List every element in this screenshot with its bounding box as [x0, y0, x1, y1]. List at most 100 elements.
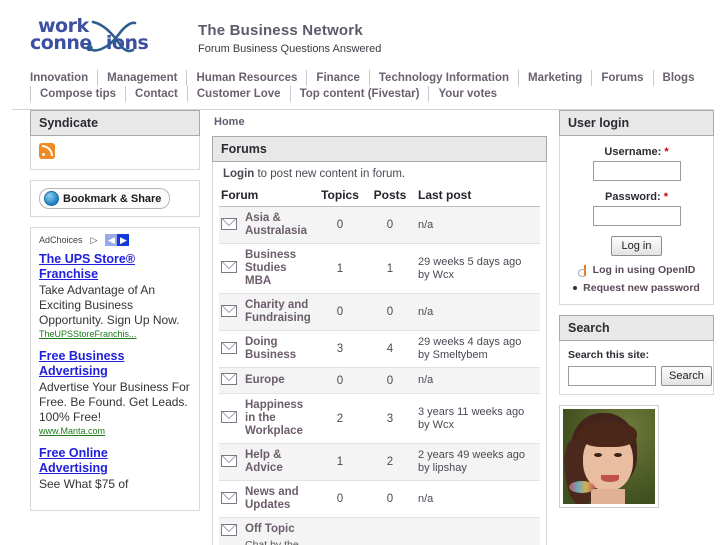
- table-row[interactable]: Doing Business 3 4 29 weeks 4 days ago b…: [219, 330, 540, 368]
- nav-item-marketing[interactable]: Marketing: [518, 70, 591, 86]
- table-header-row: Forum Topics Posts Last post: [219, 186, 540, 207]
- forum-link[interactable]: Business Studies MBA: [245, 249, 296, 287]
- primary-navigation: Innovation Management Human Resources Fi…: [0, 70, 727, 102]
- main-content: Home Forums Login to post new content in…: [212, 110, 547, 545]
- ad-title-line1[interactable]: Free Online: [39, 446, 191, 461]
- adchoices-row: AdChoices ▷ ◀ ▶: [39, 234, 191, 246]
- nav-item-technology-information[interactable]: Technology Information: [368, 70, 518, 86]
- sidebar-photo-frame: [559, 405, 659, 508]
- forum-link[interactable]: Happiness in the Workplace: [245, 399, 303, 437]
- row-topics: 2: [316, 393, 366, 444]
- nav-item-blogs[interactable]: Blogs: [652, 70, 704, 86]
- bookmark-share-button[interactable]: Bookmark & Share: [39, 188, 171, 209]
- forum-link[interactable]: News and Updates: [245, 486, 299, 511]
- site-logo[interactable]: work conneXions: [30, 17, 158, 56]
- last-post-time: n/a: [418, 218, 434, 231]
- search-label: Search this site:: [568, 349, 650, 361]
- ad-url[interactable]: www.Manta.com: [39, 426, 191, 436]
- forum-link[interactable]: Asia & Australasia: [245, 212, 307, 237]
- ad-title-line1[interactable]: The UPS Store®: [39, 252, 191, 267]
- table-row[interactable]: Charity and Fundraising 0 0 n/a: [219, 293, 540, 331]
- row-last-post: 3 years 11 weeks ago by Wcx: [416, 393, 540, 444]
- nav-item-top-content-fivestar[interactable]: Top content (Fivestar): [289, 86, 429, 102]
- page-columns: Syndicate Bookmark & Share AdChoices ▷ ◀…: [0, 110, 727, 545]
- forum-link[interactable]: Charity and Fundraising: [245, 299, 311, 324]
- forum-link[interactable]: Europe: [245, 374, 285, 386]
- forum-link[interactable]: Doing Business: [245, 336, 296, 361]
- block-search: Search Search this site: Search: [559, 315, 714, 395]
- nav-item-human-resources[interactable]: Human Resources: [186, 70, 306, 86]
- row-last-post: 3 years 11 weeks ago by Wcx: [416, 517, 540, 545]
- forums-panel-body: Login to post new content in forum. Foru…: [212, 162, 547, 545]
- login-notice-link[interactable]: Login: [223, 168, 254, 180]
- photo-neck: [591, 489, 625, 504]
- column-header-forum[interactable]: Forum: [219, 186, 316, 207]
- forums-table-head: Forum Topics Posts Last post: [219, 186, 540, 207]
- column-header-topics[interactable]: Topics: [316, 186, 366, 207]
- block-forums: Forums Login to post new content in foru…: [212, 136, 547, 545]
- username-input[interactable]: [592, 161, 681, 181]
- photo-eye-left: [594, 453, 602, 457]
- last-post-time: n/a: [418, 305, 434, 318]
- nav-item-your-votes[interactable]: Your votes: [428, 86, 506, 102]
- row-icon-cell: [219, 293, 243, 331]
- ad-title-line2[interactable]: Advertising: [39, 364, 191, 379]
- table-row[interactable]: Happiness in the Workplace 2 3 3 years 1…: [219, 393, 540, 444]
- site-title-group: The Business Network Forum Business Ques…: [198, 18, 381, 55]
- log-in-button[interactable]: Log in: [610, 236, 663, 256]
- row-posts: 0: [366, 206, 416, 244]
- breadcrumb[interactable]: Home: [212, 110, 547, 136]
- password-field-group: Password: *: [568, 191, 705, 226]
- row-posts: 4: [366, 330, 416, 368]
- table-row[interactable]: News and Updates 0 0 n/a: [219, 480, 540, 518]
- ad-body: Take Advantage of An Exciting Business O…: [39, 283, 180, 327]
- ad-block: AdChoices ▷ ◀ ▶ The UPS Store® Franchise…: [30, 227, 200, 511]
- row-last-post: 2 years 49 weeks ago by lipshay: [416, 443, 540, 481]
- logo-swoosh-icon: [86, 20, 137, 53]
- last-post-author: by lipshay: [418, 462, 467, 474]
- nav-item-customer-love[interactable]: Customer Love: [186, 86, 290, 102]
- row-icon-cell: [219, 243, 243, 294]
- forums-panel-title: Forums: [212, 136, 547, 162]
- forum-link[interactable]: Off Topic: [245, 523, 295, 535]
- ad-unit: The UPS Store® Franchise Take Advantage …: [39, 252, 191, 339]
- nav-item-finance[interactable]: Finance: [306, 70, 368, 86]
- ad-title-line2[interactable]: Franchise: [39, 267, 191, 282]
- nav-item-contact[interactable]: Contact: [125, 86, 187, 102]
- table-row[interactable]: Business Studies MBA 1 1 29 weeks 5 days…: [219, 243, 540, 294]
- request-new-password-link[interactable]: Request new password: [583, 282, 700, 294]
- table-row[interactable]: Help & Advice 1 2 2 years 49 weeks ago b…: [219, 443, 540, 481]
- username-required-mark: *: [664, 146, 669, 158]
- row-last-post: 29 weeks 4 days ago by Smeltybem: [416, 330, 540, 368]
- column-header-posts[interactable]: Posts: [366, 186, 416, 207]
- nav-item-forums[interactable]: Forums: [591, 70, 652, 86]
- rss-icon[interactable]: [39, 143, 55, 159]
- ad-prev-arrow-icon[interactable]: ◀: [105, 234, 118, 246]
- nav-item-management[interactable]: Management: [97, 70, 186, 86]
- nav-item-compose-tips[interactable]: Compose tips: [30, 86, 125, 102]
- ad-title-line2[interactable]: Advertising: [39, 461, 191, 476]
- username-label: Username: *: [568, 146, 705, 158]
- row-last-post: n/a: [416, 480, 540, 518]
- openid-login-link[interactable]: Log in using OpenID: [593, 264, 696, 276]
- search-button[interactable]: Search: [661, 366, 712, 386]
- envelope-icon: [221, 373, 237, 385]
- site-slogan: Forum Business Questions Answered: [198, 43, 382, 55]
- table-row[interactable]: Asia & Australasia 0 0 n/a: [219, 206, 540, 244]
- column-header-last-post[interactable]: Last post: [416, 186, 540, 207]
- block-syndicate: Syndicate: [30, 110, 200, 170]
- nav-item-innovation[interactable]: Innovation: [30, 70, 97, 86]
- ad-url[interactable]: TheUPSStoreFranchis...: [39, 329, 191, 339]
- adchoices-label[interactable]: AdChoices: [39, 235, 83, 245]
- search-input[interactable]: [568, 366, 656, 386]
- ad-title-line1[interactable]: Free Business: [39, 349, 191, 364]
- page-root: work conneXions The Business Network For…: [0, 0, 727, 545]
- user-login-title: User login: [559, 110, 714, 136]
- table-row[interactable]: Off Topic Chat by the Water Cooler This …: [219, 517, 540, 545]
- table-row[interactable]: Europe 0 0 n/a: [219, 367, 540, 394]
- ad-next-arrow-icon[interactable]: ▶: [117, 234, 130, 246]
- last-post-author: by Wcx: [418, 268, 455, 281]
- forum-link[interactable]: Help & Advice: [245, 449, 283, 474]
- openid-row[interactable]: Log in using OpenID: [568, 264, 705, 277]
- password-input[interactable]: [592, 206, 681, 226]
